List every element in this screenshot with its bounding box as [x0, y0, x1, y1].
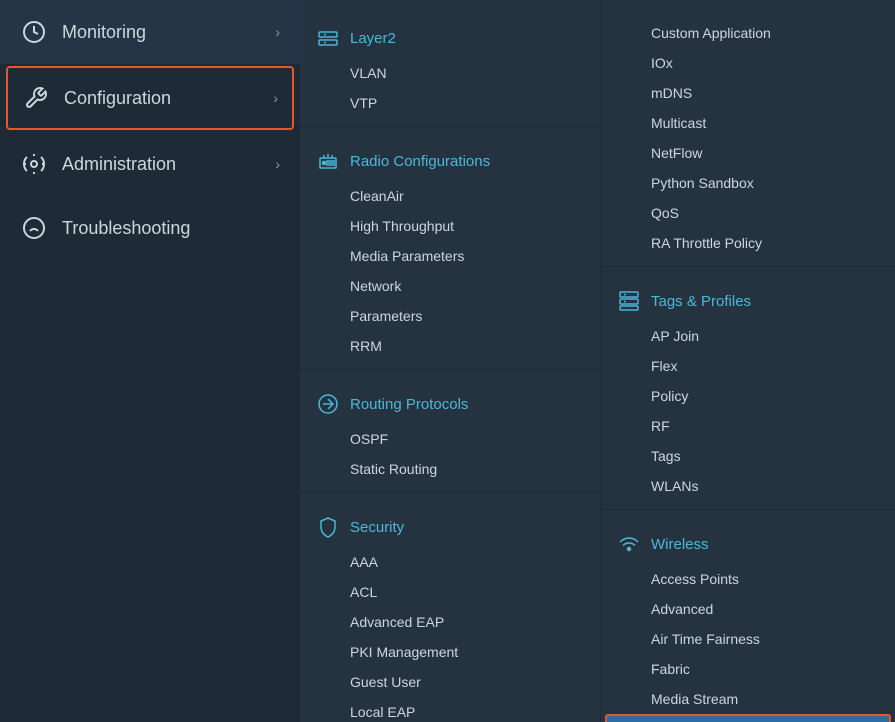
sidebar-monitoring-label: Monitoring — [62, 22, 146, 43]
security-guest-user[interactable]: Guest User — [300, 667, 600, 697]
routing-static[interactable]: Static Routing — [300, 454, 600, 484]
monitoring-icon — [20, 18, 48, 46]
radio-configurations-icon — [316, 149, 340, 173]
security-header: Security — [300, 507, 600, 547]
section-radio-configurations: Radio Configurations CleanAir High Throu… — [300, 131, 600, 365]
wireless-advanced[interactable]: Advanced — [601, 594, 895, 624]
wireless-header: Wireless — [601, 524, 895, 564]
service-netflow[interactable]: NetFlow — [601, 138, 895, 168]
layer2-header: Layer2 — [300, 18, 600, 58]
sidebar-administration-label: Administration — [62, 154, 176, 175]
radio-network[interactable]: Network — [300, 271, 600, 301]
routing-protocols-icon — [316, 392, 340, 416]
routing-protocols-header: Routing Protocols — [300, 384, 600, 424]
tags-policy[interactable]: Policy — [601, 381, 895, 411]
service-qos[interactable]: QoS — [601, 198, 895, 228]
tags-ap-join[interactable]: AP Join — [601, 321, 895, 351]
troubleshooting-icon — [20, 214, 48, 242]
sidebar-item-configuration[interactable]: Configuration › — [6, 66, 294, 130]
wireless-media-stream[interactable]: Media Stream — [601, 684, 895, 714]
security-pki[interactable]: PKI Management — [300, 637, 600, 667]
tags-profiles-label: Tags & Profiles — [651, 293, 751, 310]
wireless-icon — [617, 532, 641, 556]
configuration-icon — [22, 84, 50, 112]
monitoring-chevron: › — [275, 24, 280, 40]
divider-right-2 — [601, 509, 895, 510]
section-wireless: Wireless Access Points Advanced Air Time… — [601, 514, 895, 722]
service-iox[interactable]: IOx — [601, 48, 895, 78]
wireless-label: Wireless — [651, 536, 709, 553]
administration-icon — [20, 150, 48, 178]
service-multicast[interactable]: Multicast — [601, 108, 895, 138]
section-services: Custom Application IOx mDNS Multicast Ne… — [601, 8, 895, 262]
divider-1 — [300, 126, 600, 127]
wireless-air-time-fairness[interactable]: Air Time Fairness — [601, 624, 895, 654]
tags-flex[interactable]: Flex — [601, 351, 895, 381]
right-column: Custom Application IOx mDNS Multicast Ne… — [600, 0, 895, 722]
divider-3 — [300, 492, 600, 493]
configuration-chevron: › — [273, 90, 278, 106]
radio-media-parameters[interactable]: Media Parameters — [300, 241, 600, 271]
layer2-vtp[interactable]: VTP — [300, 88, 600, 118]
security-acl[interactable]: ACL — [300, 577, 600, 607]
radio-parameters[interactable]: Parameters — [300, 301, 600, 331]
section-security: Security AAA ACL Advanced EAP PKI Manage… — [300, 497, 600, 722]
security-advanced-eap[interactable]: Advanced EAP — [300, 607, 600, 637]
sidebar-item-monitoring[interactable]: Monitoring › — [0, 0, 300, 64]
radio-rrm[interactable]: RRM — [300, 331, 600, 361]
radio-configurations-label: Radio Configurations — [350, 153, 490, 170]
wireless-mesh[interactable]: Mesh — [605, 714, 891, 722]
tags-profiles-header: Tags & Profiles — [601, 281, 895, 321]
service-custom-app[interactable]: Custom Application — [601, 18, 895, 48]
wireless-access-points[interactable]: Access Points — [601, 564, 895, 594]
administration-chevron: › — [275, 156, 280, 172]
section-routing-protocols: Routing Protocols OSPF Static Routing — [300, 374, 600, 488]
security-aaa[interactable]: AAA — [300, 547, 600, 577]
sidebar-item-troubleshooting[interactable]: Troubleshooting — [0, 196, 300, 260]
section-tags-profiles: Tags & Profiles AP Join Flex Policy RF T… — [601, 271, 895, 505]
service-python-sandbox[interactable]: Python Sandbox — [601, 168, 895, 198]
service-ra-throttle[interactable]: RA Throttle Policy — [601, 228, 895, 258]
sidebar-troubleshooting-label: Troubleshooting — [62, 218, 190, 239]
security-icon — [316, 515, 340, 539]
security-label: Security — [350, 519, 404, 536]
sidebar-configuration-label: Configuration — [64, 88, 171, 109]
layer2-icon — [316, 26, 340, 50]
radio-cleanair[interactable]: CleanAir — [300, 181, 600, 211]
layer2-label: Layer2 — [350, 30, 396, 47]
middle-column: Layer2 VLAN VTP Radio Configurations — [300, 0, 600, 722]
service-mdns[interactable]: mDNS — [601, 78, 895, 108]
radio-configurations-header: Radio Configurations — [300, 141, 600, 181]
divider-right-1 — [601, 266, 895, 267]
routing-protocols-label: Routing Protocols — [350, 396, 468, 413]
divider-2 — [300, 369, 600, 370]
sidebar-item-administration[interactable]: Administration › — [0, 132, 300, 196]
sidebar: Monitoring › Configuration › Administrat… — [0, 0, 300, 722]
radio-high-throughput[interactable]: High Throughput — [300, 211, 600, 241]
tags-wlans[interactable]: WLANs — [601, 471, 895, 501]
tags-profiles-icon — [617, 289, 641, 313]
layer2-vlan[interactable]: VLAN — [300, 58, 600, 88]
tags-rf[interactable]: RF — [601, 411, 895, 441]
routing-ospf[interactable]: OSPF — [300, 424, 600, 454]
security-local-eap[interactable]: Local EAP — [300, 697, 600, 722]
wireless-fabric[interactable]: Fabric — [601, 654, 895, 684]
tags-tags[interactable]: Tags — [601, 441, 895, 471]
section-layer2: Layer2 VLAN VTP — [300, 8, 600, 122]
